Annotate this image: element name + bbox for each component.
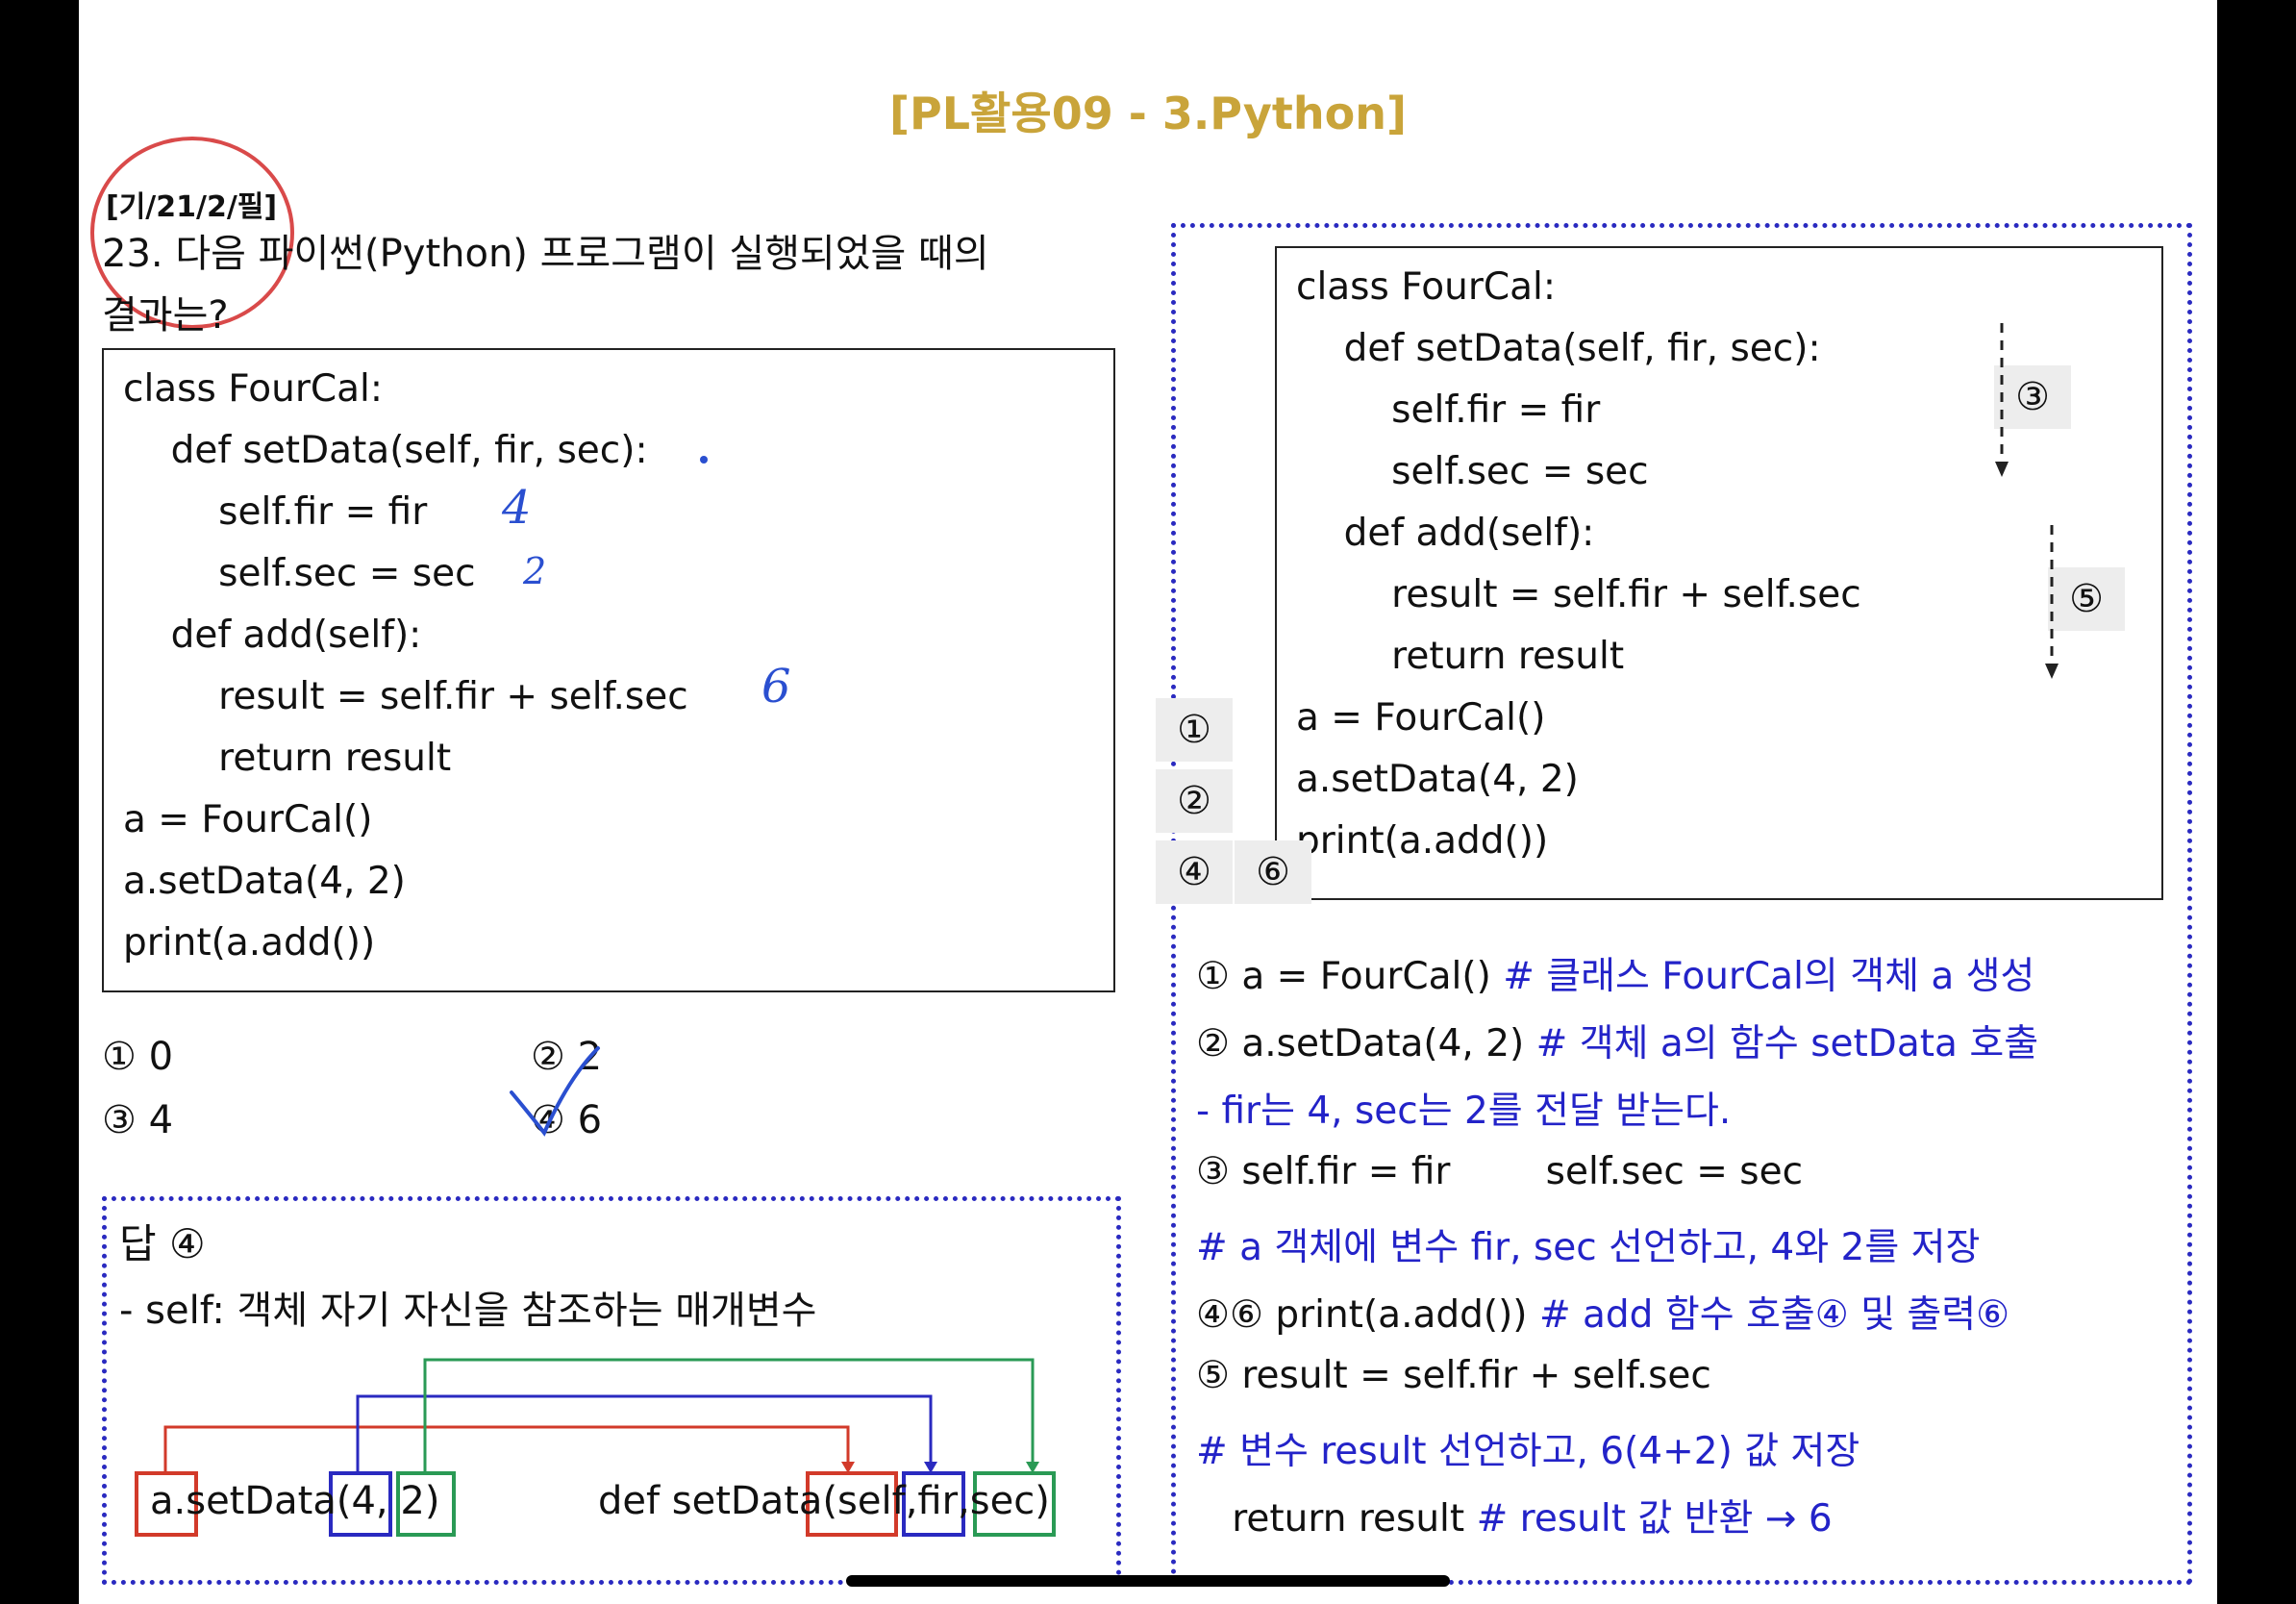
code-line: a.setData(4, 2) [123, 860, 406, 903]
step-marker-4: ④ [1156, 840, 1233, 904]
question-text: 23. 다음 파이썬(Python) 프로그램이 실행되었을 때의 결과는? [102, 223, 1140, 346]
explanation-line: ⑤ result = self.fir + self.sec [1196, 1354, 1711, 1397]
answer-description: - self: 객체 자기 자신을 참조하는 매개변수 [119, 1289, 817, 1333]
step-marker-2: ② [1156, 769, 1233, 833]
explanation-line: ② a.setData(4, 2) # 객체 a의 함수 setData 호출 [1196, 1022, 2039, 1065]
dashed-arrow-down-icon [1995, 323, 2009, 477]
code-line: a = FourCal() [123, 798, 373, 841]
code-line: def add(self): [1296, 512, 1595, 555]
explanation-line: ③ self.fir = fir self.sec = sec [1196, 1150, 1804, 1193]
code-line: def setData(self, fir, sec): [123, 429, 648, 472]
home-indicator[interactable] [846, 1575, 1450, 1587]
handwritten-dot [700, 456, 708, 464]
explanation-line: # 변수 result 선언하고, 6(4+2) 값 저장 [1196, 1430, 1860, 1473]
code-line: a = FourCal() [1296, 696, 1546, 739]
code-line: def setData(self, fir, sec): [1296, 327, 1821, 370]
call-expression: a.setData(4, 2) [150, 1479, 440, 1523]
step-marker-1: ① [1156, 698, 1233, 762]
explanation-line: # a 객체에 변수 fir, sec 선언하고, 4와 2를 저장 [1196, 1226, 1981, 1269]
page-title: [PL활용09 - 3.Python] [889, 88, 1407, 139]
option-3[interactable]: ③ 4 [102, 1098, 173, 1142]
code-line: def add(self): [123, 614, 422, 657]
code-line: self.sec = sec [1296, 450, 1649, 493]
question-text-line2: 결과는? [102, 293, 229, 338]
code-line: return result [123, 737, 452, 780]
question-code-box: class FourCal: def setData(self, fir, se… [102, 348, 1115, 992]
explanation-code-box: class FourCal: def setData(self, fir, se… [1275, 246, 2163, 900]
question-tag: [기/21/2/필] [106, 190, 278, 224]
option-1[interactable]: ① 0 [102, 1035, 173, 1079]
handwritten-result: 6 [761, 660, 791, 714]
document-page: [PL활용09 - 3.Python] [기/21/2/필] 23. 다음 파이… [79, 0, 2217, 1604]
dashed-arrow-down-icon [2045, 525, 2059, 679]
explanation-line: ④⑥ print(a.add()) # add 함수 호출④ 및 출력⑥ [1196, 1293, 2010, 1337]
explanation-line: - fir는 4, sec는 2를 전달 받는다. [1196, 1090, 1732, 1133]
code-line: return result [1296, 635, 1625, 678]
code-line: class FourCal: [123, 367, 383, 411]
code-line: result = self.fir + self.sec [123, 675, 688, 718]
def-expression: def setData(self,fir,sec) [598, 1479, 1050, 1523]
code-line: print(a.add()) [123, 921, 376, 965]
explanation-line: return result # result 값 반환 → 6 [1196, 1497, 1833, 1541]
code-line: print(a.add()) [1296, 819, 1549, 863]
code-line: self.fir = fir [1296, 388, 1601, 432]
handwritten-fir: 4 [502, 481, 532, 535]
code-line: result = self.fir + self.sec [1296, 573, 1861, 616]
step-marker-6: ⑥ [1235, 840, 1311, 904]
check-mark-icon [510, 1046, 600, 1137]
explanation-line: ① a = FourCal() # 클래스 FourCal의 객체 a 생성 [1196, 955, 2035, 998]
handwritten-sec: 2 [523, 550, 547, 592]
code-line: class FourCal: [1296, 265, 1556, 309]
answer-title: 답 ④ [119, 1220, 206, 1267]
question-text-line1: 23. 다음 파이썬(Python) 프로그램이 실행되었을 때의 [102, 232, 989, 276]
code-line: self.sec = sec [123, 552, 476, 595]
code-line: self.fir = fir [123, 490, 428, 534]
code-line: a.setData(4, 2) [1296, 758, 1579, 801]
